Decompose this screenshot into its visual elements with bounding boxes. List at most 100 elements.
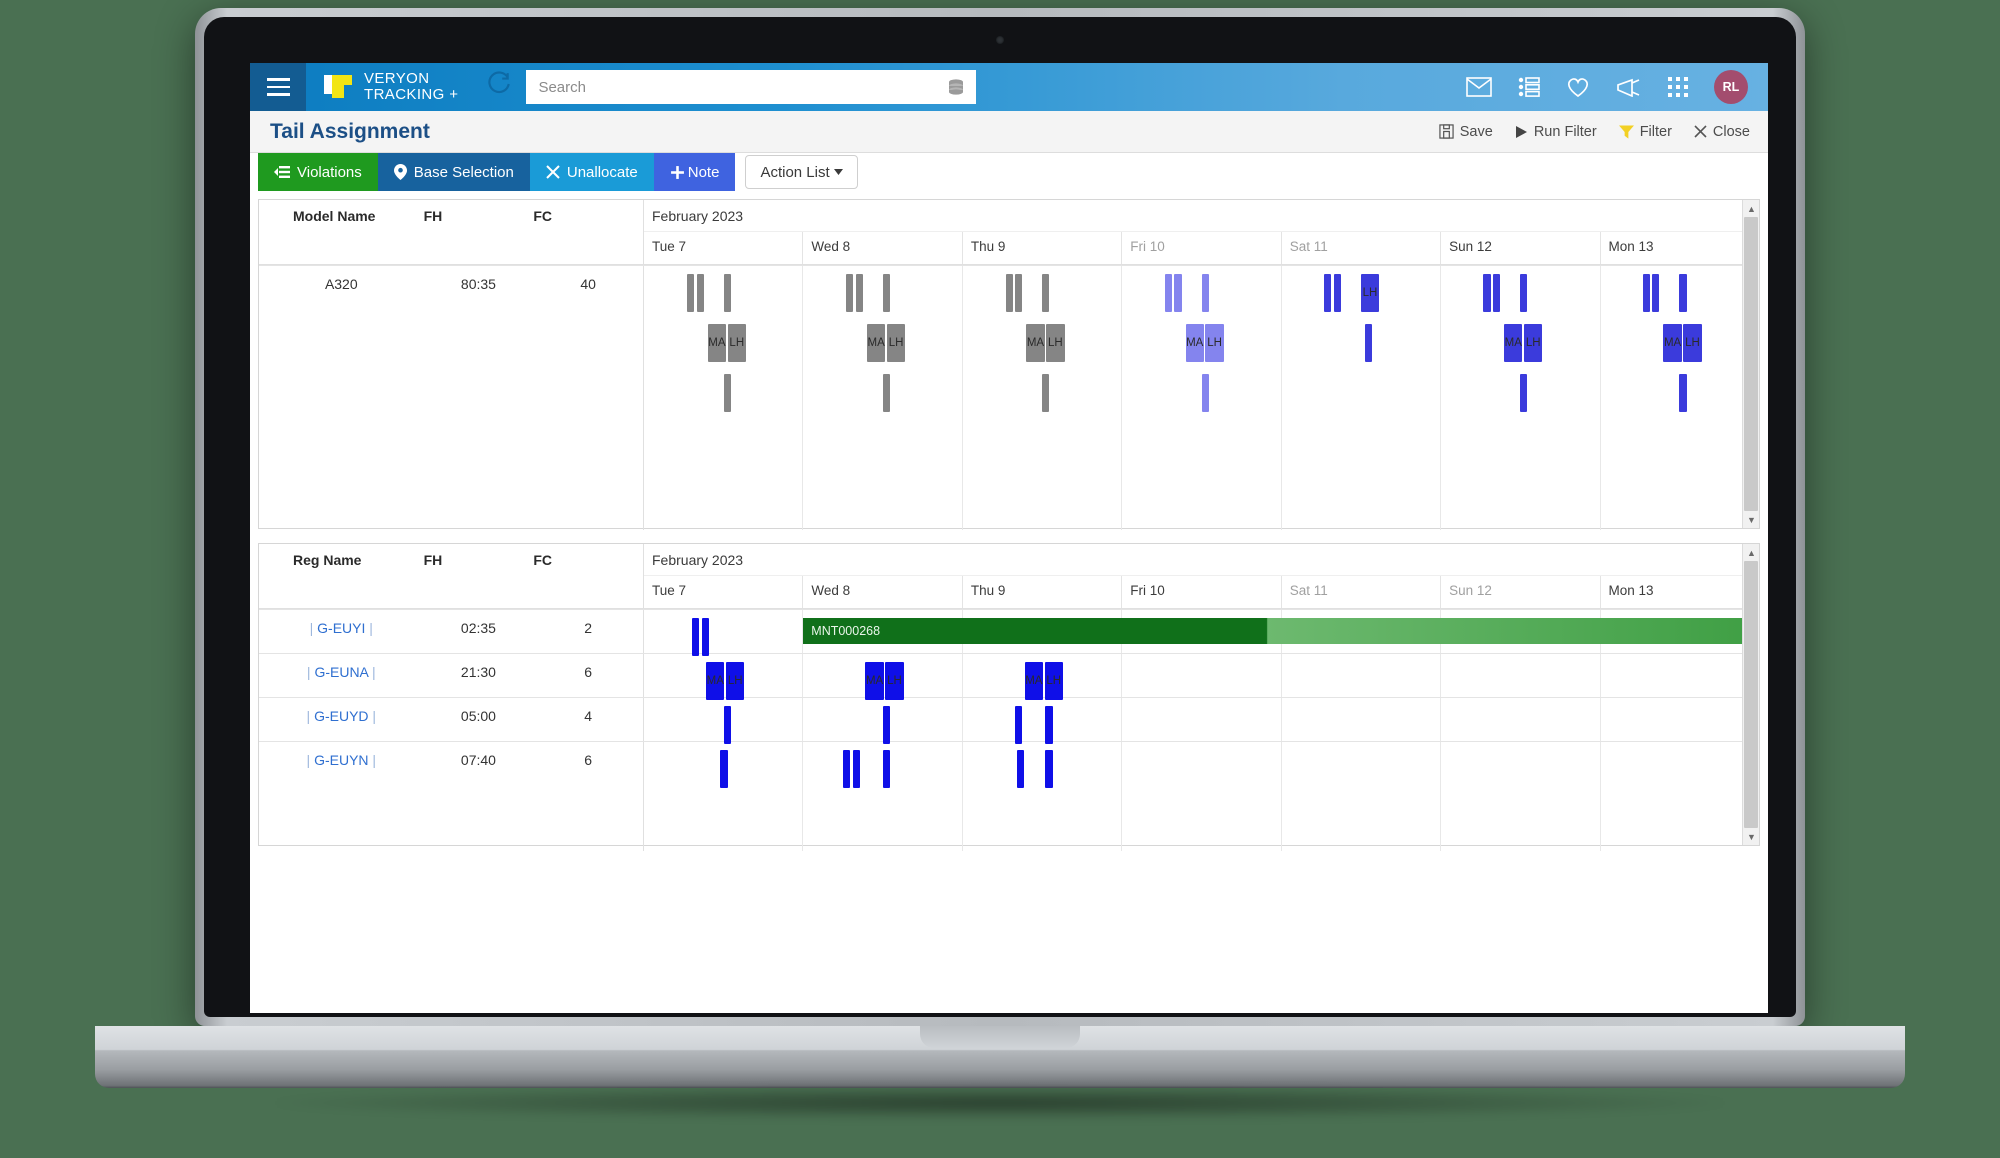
heart-icon[interactable]: [1566, 76, 1590, 98]
unallocate-button[interactable]: Unallocate: [529, 153, 654, 191]
day-header-fri-10[interactable]: Fri 10: [1121, 232, 1280, 264]
close-button[interactable]: Close: [1694, 124, 1750, 140]
scroll-up-icon[interactable]: ▲: [1743, 544, 1760, 561]
search-box[interactable]: [526, 70, 977, 104]
scroll-down-icon[interactable]: ▼: [1743, 828, 1760, 845]
flight-bar[interactable]: [723, 374, 731, 412]
note-button[interactable]: Note: [653, 153, 736, 191]
flight-bar[interactable]: [1016, 750, 1024, 788]
table-row[interactable]: | G-EUYI | 02:35 2 MNT000268: [259, 609, 1759, 656]
vertical-scrollbar[interactable]: ▲ ▼: [1742, 544, 1759, 845]
day-header-thu-9[interactable]: Thu 9: [961, 576, 1121, 608]
flight-bar-lh[interactable]: LH: [1044, 662, 1063, 700]
flight-bar-ma[interactable]: MA: [867, 324, 886, 362]
table-row[interactable]: | G-EUYN | 07:40 6: [259, 741, 1759, 851]
flight-bar-lh[interactable]: LH: [726, 662, 745, 700]
apps-grid-icon[interactable]: [1668, 77, 1688, 97]
flight-bar[interactable]: [723, 274, 731, 312]
flight-bar[interactable]: [1201, 274, 1209, 312]
flight-bar-lh[interactable]: LH: [1046, 324, 1065, 362]
column-header-fc[interactable]: FC: [533, 208, 643, 224]
flight-bar-ma[interactable]: MA: [1663, 324, 1682, 362]
day-header-tue-7[interactable]: Tue 7: [644, 232, 802, 264]
day-header-mon-13[interactable]: Mon 13: [1599, 232, 1759, 264]
row-timeline[interactable]: [644, 698, 1759, 744]
flight-bar-lh[interactable]: LH: [886, 324, 906, 362]
flight-bar[interactable]: [1164, 274, 1173, 312]
scrollbar-thumb[interactable]: [1744, 217, 1758, 511]
reg-name-link[interactable]: G-EUNA: [314, 664, 368, 680]
flight-bar-lh[interactable]: LH: [885, 662, 904, 700]
action-list-dropdown[interactable]: Action List: [745, 155, 858, 189]
table-row[interactable]: | G-EUYD | 05:00 4: [259, 697, 1759, 744]
flight-bar[interactable]: [691, 618, 699, 656]
megaphone-icon[interactable]: [1616, 77, 1642, 97]
flight-bar[interactable]: [1652, 274, 1660, 312]
day-header-tue-7[interactable]: Tue 7: [644, 576, 802, 608]
flight-bar[interactable]: [687, 274, 695, 312]
hamburger-icon[interactable]: [250, 63, 306, 111]
row-timeline[interactable]: MNT000268: [644, 610, 1759, 656]
flight-bar-lh[interactable]: LH: [1683, 324, 1702, 362]
table-row[interactable]: | G-EUNA | 21:30 6 MA LH MA LH MA LH: [259, 653, 1759, 700]
violations-button[interactable]: Violations: [258, 153, 378, 191]
flight-bar[interactable]: [855, 274, 863, 312]
flight-bar[interactable]: [1201, 374, 1209, 412]
refresh-icon[interactable]: [486, 70, 512, 104]
column-header-model-name[interactable]: Model Name: [259, 208, 424, 224]
flight-bar-ma[interactable]: MA: [1504, 324, 1523, 362]
flight-bar-ma[interactable]: MA: [1024, 662, 1043, 700]
flight-bar-ma[interactable]: MA: [865, 662, 884, 700]
flight-bar-ma[interactable]: MA: [706, 662, 725, 700]
flight-bar[interactable]: [1364, 324, 1372, 362]
day-header-wed-8[interactable]: Wed 8: [802, 576, 961, 608]
reg-name-link[interactable]: G-EUYI: [317, 620, 365, 636]
flight-bar[interactable]: [1679, 274, 1687, 312]
save-button[interactable]: Save: [1439, 124, 1493, 140]
scrollbar-thumb[interactable]: [1744, 561, 1758, 828]
day-header-sat-11[interactable]: Sat 11: [1280, 576, 1440, 608]
flight-bar[interactable]: [1483, 274, 1491, 312]
day-header-fri-10[interactable]: Fri 10: [1121, 576, 1280, 608]
tasks-icon[interactable]: [1518, 77, 1540, 97]
flight-bar[interactable]: [1015, 274, 1023, 312]
day-header-mon-13[interactable]: Mon 13: [1599, 576, 1759, 608]
flight-bar[interactable]: [846, 274, 854, 312]
flight-bar[interactable]: [723, 706, 731, 744]
flight-bar-ma[interactable]: MA: [707, 324, 727, 362]
flight-bar[interactable]: [1042, 274, 1050, 312]
flight-bar[interactable]: [1045, 706, 1053, 744]
reg-name-link[interactable]: G-EUYD: [314, 708, 368, 724]
flight-bar[interactable]: [1642, 274, 1650, 312]
day-header-thu-9[interactable]: Thu 9: [961, 232, 1121, 264]
scroll-up-icon[interactable]: ▲: [1743, 200, 1760, 217]
day-header-sat-11[interactable]: Sat 11: [1280, 232, 1440, 264]
flight-bar[interactable]: [1005, 274, 1013, 312]
row-timeline[interactable]: MA LH MA LH MA LH MA LH LH MA LH MA LH: [644, 266, 1759, 530]
reg-name-link[interactable]: G-EUYN: [314, 752, 368, 768]
base-selection-button[interactable]: Base Selection: [377, 153, 530, 191]
column-header-fc[interactable]: FC: [533, 552, 643, 568]
column-header-fh[interactable]: FH: [424, 552, 534, 568]
flight-bar[interactable]: [1520, 274, 1528, 312]
avatar[interactable]: RL: [1714, 70, 1748, 104]
row-timeline[interactable]: MA LH MA LH MA LH: [644, 654, 1759, 700]
column-header-reg-name[interactable]: Reg Name: [259, 552, 424, 568]
flight-bar[interactable]: [882, 374, 891, 412]
flight-bar[interactable]: [1324, 274, 1332, 312]
flight-bar-lh[interactable]: LH: [1360, 274, 1380, 312]
flight-bar-ma[interactable]: MA: [1185, 324, 1204, 362]
flight-bar[interactable]: [882, 750, 891, 788]
flight-bar[interactable]: [1679, 374, 1687, 412]
flight-bar[interactable]: [1045, 750, 1053, 788]
mail-icon[interactable]: [1466, 77, 1492, 97]
flight-bar[interactable]: [882, 274, 891, 312]
day-header-wed-8[interactable]: Wed 8: [802, 232, 961, 264]
database-icon[interactable]: [946, 77, 966, 97]
scroll-down-icon[interactable]: ▼: [1743, 511, 1760, 528]
run-filter-button[interactable]: Run Filter: [1515, 124, 1597, 140]
flight-bar-lh[interactable]: LH: [1205, 324, 1224, 362]
flight-bar-lh[interactable]: LH: [727, 324, 746, 362]
maintenance-bar[interactable]: MNT000268: [803, 618, 1759, 644]
flight-bar-lh[interactable]: LH: [1524, 324, 1543, 362]
